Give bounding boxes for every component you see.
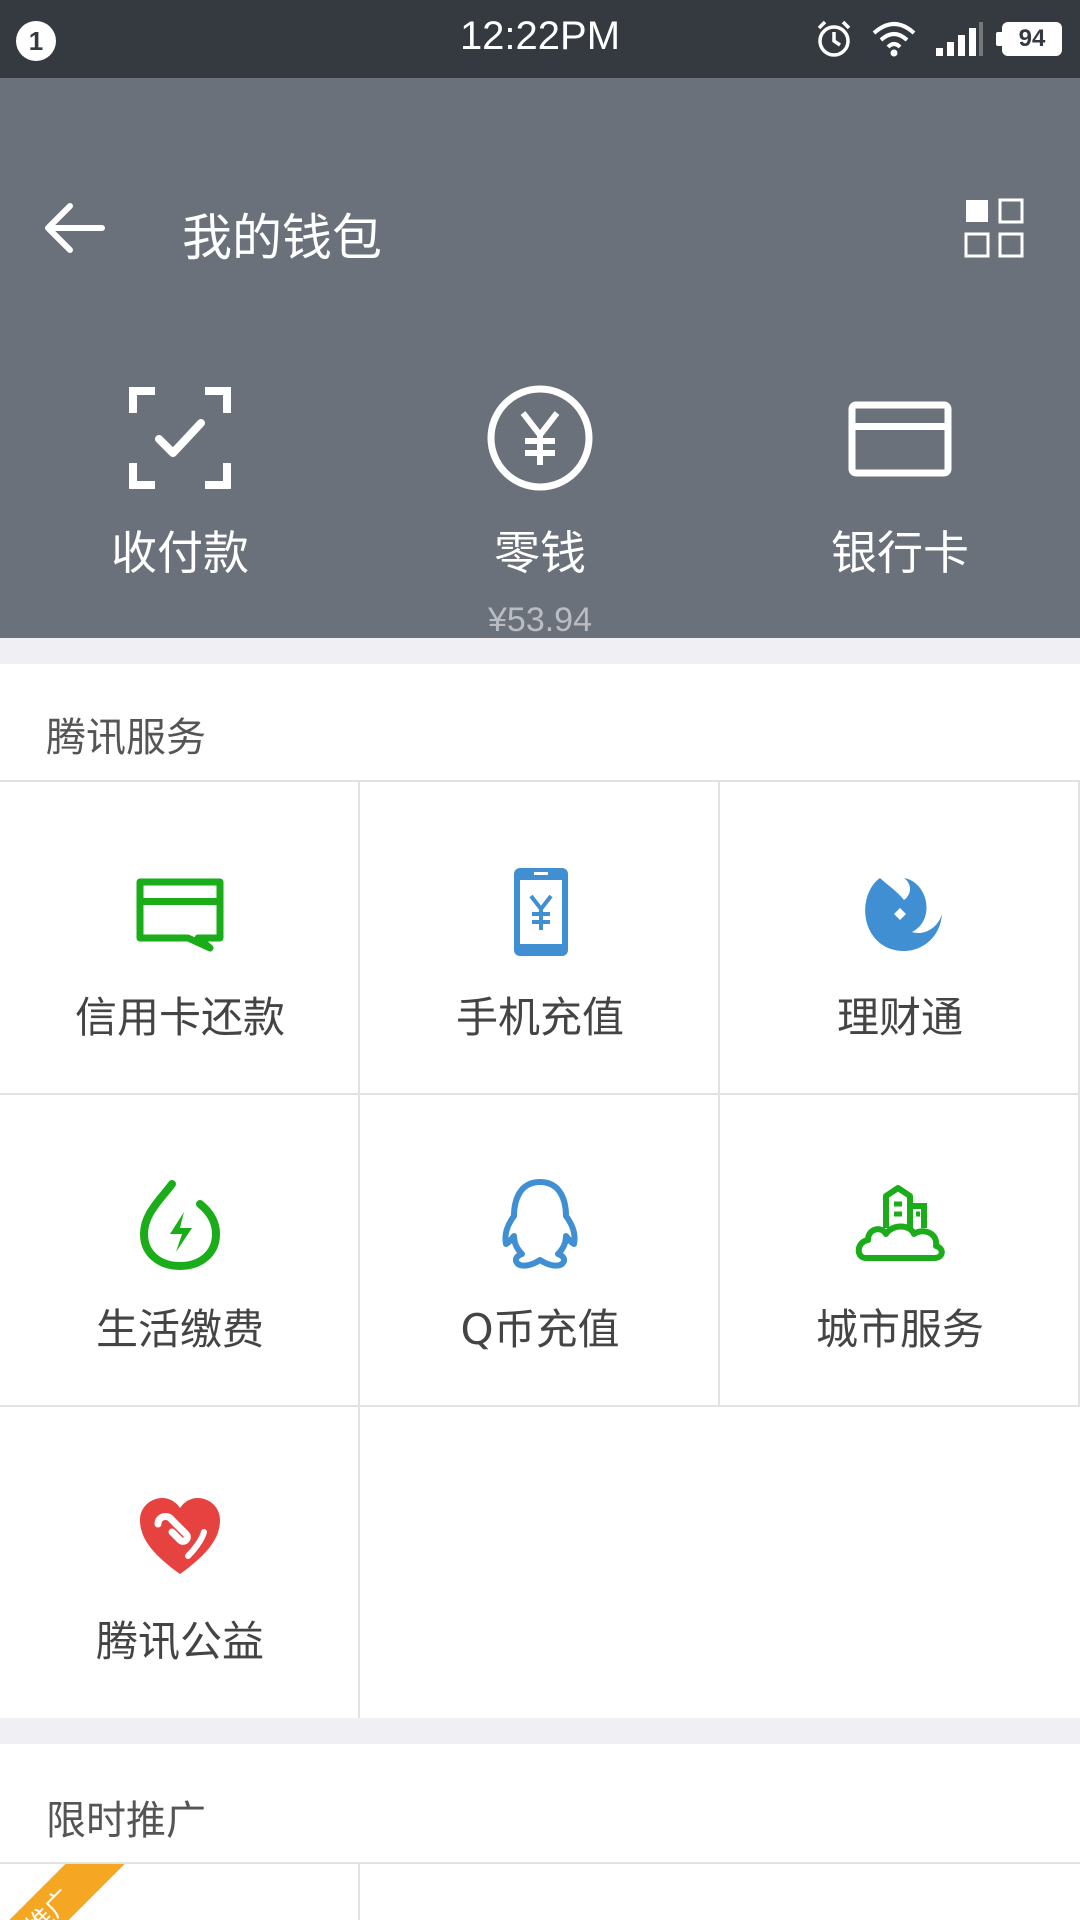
wallet-balance-amount: ¥53.94 (488, 601, 592, 639)
bank-card-icon (848, 401, 952, 477)
service-q-coin-recharge[interactable]: Q币充值 (360, 1094, 720, 1406)
service-label: Q币充值 (460, 1305, 620, 1354)
section-gap (0, 1718, 1080, 1744)
service-phone-recharge[interactable]: 手机充值 (360, 782, 720, 1094)
section-gap (0, 638, 1080, 664)
grid-icon[interactable] (964, 198, 1024, 258)
scan-pay-icon (129, 387, 231, 489)
grid-divider (0, 1405, 1080, 1407)
wallet-bank-card-button[interactable]: 银行卡 (720, 383, 1080, 643)
wifi-icon (872, 22, 916, 57)
service-label: 信用卡还款 (74, 993, 285, 1042)
yuan-coin-icon (487, 385, 593, 491)
status-bar: 1 12:22PM 94 (0, 0, 1080, 78)
licaitong-icon (865, 878, 942, 951)
service-label: 城市服务 (815, 1305, 984, 1354)
wallet-balance-button[interactable]: 零钱 ¥53.94 (360, 383, 720, 643)
service-credit-card-repay[interactable]: 信用卡还款 (0, 782, 360, 1094)
charity-heart-icon (140, 1498, 220, 1574)
city-service-icon (855, 1185, 945, 1261)
credit-card-icon (136, 878, 224, 952)
service-utility-bill[interactable]: 生活缴费 (0, 1094, 360, 1406)
tencent-services-title: 腾讯服务 (46, 715, 206, 761)
wallet-bank-card-label: 银行卡 (831, 526, 969, 580)
page-title: 我的钱包 (182, 209, 382, 267)
wallet-pay-label: 收付款 (111, 526, 249, 580)
signal-icon (936, 22, 983, 56)
service-city[interactable]: 城市服务 (720, 1094, 1080, 1406)
wallet-header: 我的钱包 收付款 零钱 ¥53.94 银行卡 (0, 78, 1080, 639)
battery-icon: 94 (996, 22, 1062, 56)
promotion-item[interactable]: 推广 (0, 1864, 360, 1920)
utility-bill-icon (139, 1180, 221, 1271)
promotion-badge: 推广 (0, 1864, 141, 1920)
phone-recharge-icon (514, 868, 568, 956)
grid-divider (358, 782, 360, 1718)
wallet-pay-button[interactable]: 收付款 (0, 383, 360, 643)
wallet-balance-label: 零钱 (494, 526, 586, 580)
service-label: 生活缴费 (95, 1305, 264, 1354)
service-label: 手机充值 (455, 993, 624, 1042)
service-charity[interactable]: 腾讯公益 (0, 1406, 360, 1718)
promotions-title: 限时推广 (46, 1798, 206, 1844)
qq-penguin-icon (502, 1179, 578, 1269)
service-label: 腾讯公益 (95, 1617, 264, 1666)
service-licaitong[interactable]: 理财通 (720, 782, 1080, 1094)
grid-divider (0, 1093, 1080, 1095)
alarm-icon (817, 20, 851, 57)
arrow-left-icon[interactable] (40, 193, 110, 263)
status-icons: 94 (814, 16, 1062, 62)
service-label: 理财通 (836, 993, 963, 1042)
